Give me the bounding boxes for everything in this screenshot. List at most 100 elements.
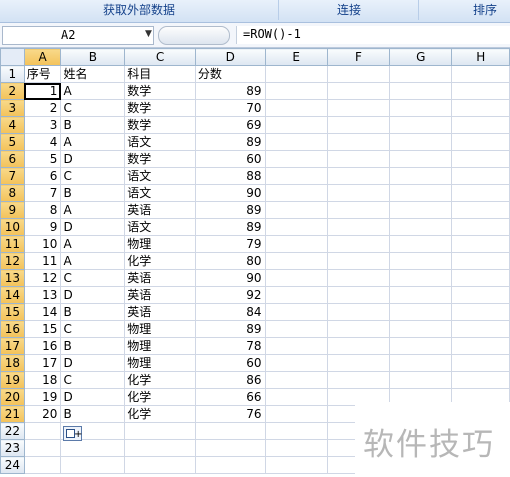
- cell[interactable]: [389, 99, 453, 117]
- cell[interactable]: 物理: [124, 235, 196, 253]
- cell[interactable]: 5: [23, 150, 62, 168]
- cell[interactable]: [264, 65, 328, 83]
- row-header[interactable]: 17: [0, 337, 25, 355]
- cell[interactable]: 10: [23, 235, 62, 253]
- row-header[interactable]: 16: [0, 320, 25, 338]
- cell[interactable]: [389, 65, 453, 83]
- column-header-d[interactable]: D: [194, 48, 266, 66]
- cell[interactable]: 数学: [124, 150, 196, 168]
- row-header[interactable]: 7: [0, 167, 25, 185]
- get-external-data-button[interactable]: 获取外部数据: [0, 0, 279, 20]
- cell[interactable]: 14: [23, 303, 62, 321]
- cell[interactable]: 语文: [124, 218, 196, 236]
- cell[interactable]: 化学: [124, 252, 196, 270]
- cell[interactable]: [264, 337, 328, 355]
- cell[interactable]: [326, 371, 391, 389]
- cell[interactable]: [326, 337, 391, 355]
- cell[interactable]: [326, 252, 391, 270]
- cell[interactable]: 科目: [124, 65, 196, 83]
- cell[interactable]: C: [60, 371, 126, 389]
- row-header[interactable]: 13: [0, 269, 25, 287]
- row-header[interactable]: 8: [0, 184, 25, 202]
- cell[interactable]: 数学: [124, 116, 196, 134]
- cell[interactable]: [264, 252, 328, 270]
- cell[interactable]: A: [60, 201, 126, 219]
- name-box[interactable]: A2 ▼: [2, 26, 154, 45]
- cell[interactable]: [451, 99, 510, 117]
- cell[interactable]: [451, 82, 510, 100]
- row-header[interactable]: 24: [0, 456, 25, 474]
- cell[interactable]: [326, 116, 391, 134]
- cell[interactable]: 16: [23, 337, 62, 355]
- cell[interactable]: [264, 405, 328, 423]
- cell[interactable]: 数学: [124, 82, 196, 100]
- cell[interactable]: C: [60, 99, 126, 117]
- cell[interactable]: 13: [23, 286, 62, 304]
- cell[interactable]: [124, 456, 196, 474]
- cell[interactable]: [451, 218, 510, 236]
- cell[interactable]: C: [60, 320, 126, 338]
- cell[interactable]: 80: [194, 252, 266, 270]
- row-header[interactable]: 2: [0, 82, 25, 100]
- cell[interactable]: [389, 337, 453, 355]
- row-header[interactable]: 9: [0, 201, 25, 219]
- cell[interactable]: 70: [194, 99, 266, 117]
- cell[interactable]: 物理: [124, 320, 196, 338]
- row-header[interactable]: 1: [0, 65, 25, 83]
- cell[interactable]: [451, 337, 510, 355]
- cell[interactable]: [389, 269, 453, 287]
- cell[interactable]: 2: [23, 99, 62, 117]
- cell[interactable]: C: [60, 167, 126, 185]
- column-header-b[interactable]: B: [60, 48, 126, 66]
- cell[interactable]: 语文: [124, 184, 196, 202]
- cell[interactable]: 89: [194, 133, 266, 151]
- cell[interactable]: 60: [194, 354, 266, 372]
- cell[interactable]: [326, 235, 391, 253]
- cell[interactable]: [326, 218, 391, 236]
- cell[interactable]: 9: [23, 218, 62, 236]
- cell[interactable]: 89: [194, 82, 266, 100]
- cell[interactable]: [264, 99, 328, 117]
- cell[interactable]: 66: [194, 388, 266, 406]
- cell[interactable]: [451, 65, 510, 83]
- cell[interactable]: [264, 388, 328, 406]
- cell[interactable]: [264, 303, 328, 321]
- cell[interactable]: [326, 167, 391, 185]
- cell[interactable]: [389, 150, 453, 168]
- cell[interactable]: [326, 201, 391, 219]
- column-header-a[interactable]: A: [23, 48, 62, 66]
- formula-input[interactable]: =ROW()-1: [236, 26, 510, 44]
- cell[interactable]: 4: [23, 133, 62, 151]
- cell[interactable]: [264, 439, 328, 457]
- cell[interactable]: [60, 456, 126, 474]
- cell[interactable]: 89: [194, 201, 266, 219]
- cell[interactable]: [389, 371, 453, 389]
- row-header[interactable]: 3: [0, 99, 25, 117]
- cell[interactable]: [451, 150, 510, 168]
- cell[interactable]: [389, 218, 453, 236]
- cell[interactable]: [389, 184, 453, 202]
- cell[interactable]: 语文: [124, 167, 196, 185]
- cell[interactable]: [389, 354, 453, 372]
- cell[interactable]: [264, 269, 328, 287]
- cell[interactable]: 89: [194, 218, 266, 236]
- cell[interactable]: [451, 286, 510, 304]
- cell[interactable]: [389, 167, 453, 185]
- row-header[interactable]: 11: [0, 235, 25, 253]
- cell[interactable]: [194, 456, 266, 474]
- cell[interactable]: 语文: [124, 133, 196, 151]
- cell[interactable]: D: [60, 354, 126, 372]
- chevron-down-icon[interactable]: ▼: [145, 29, 152, 39]
- cell[interactable]: A: [60, 82, 126, 100]
- cell[interactable]: [389, 286, 453, 304]
- cell[interactable]: [326, 133, 391, 151]
- cell[interactable]: [264, 82, 328, 100]
- cell[interactable]: A: [60, 235, 126, 253]
- cell[interactable]: [23, 422, 62, 440]
- cell[interactable]: [389, 303, 453, 321]
- cell[interactable]: [264, 456, 328, 474]
- active-cell[interactable]: 1: [23, 82, 62, 100]
- row-header[interactable]: 21: [0, 405, 25, 423]
- cell[interactable]: 英语: [124, 201, 196, 219]
- cell[interactable]: [451, 269, 510, 287]
